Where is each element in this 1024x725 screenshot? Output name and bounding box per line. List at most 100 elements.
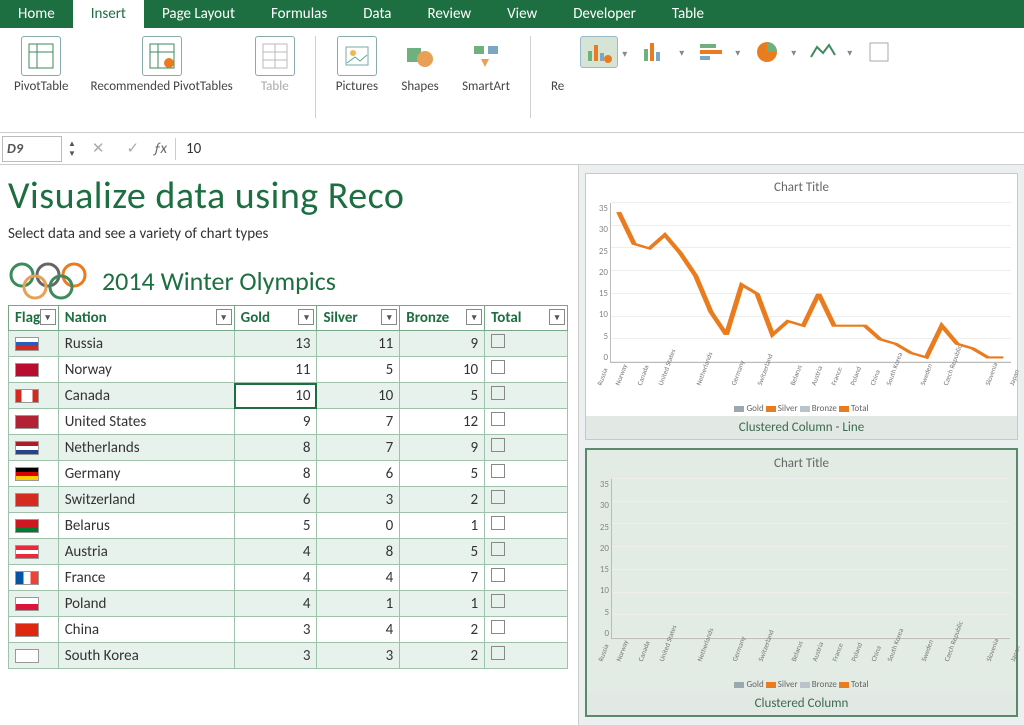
filter-dropdown-icon[interactable]: ▾ [381, 309, 397, 325]
nation-cell[interactable]: South Korea [58, 643, 234, 669]
gold-cell[interactable]: 8 [234, 435, 317, 461]
nation-cell[interactable]: France [58, 565, 234, 591]
filter-dropdown-icon[interactable]: ▾ [466, 309, 482, 325]
recommended-charts-button[interactable]: Re [545, 32, 570, 132]
bronze-cell[interactable]: 5 [400, 383, 485, 409]
total-cell[interactable] [485, 539, 568, 565]
table-row[interactable]: Austria485 [9, 539, 568, 565]
gold-cell[interactable]: 11 [234, 357, 317, 383]
bronze-cell[interactable]: 2 [400, 643, 485, 669]
table-row[interactable]: China342 [9, 617, 568, 643]
pie-chart-icon[interactable]: ▾ [748, 36, 786, 68]
nation-cell[interactable]: Austria [58, 539, 234, 565]
silver-cell[interactable]: 7 [317, 409, 400, 435]
formula-enter-icon[interactable]: ✓ [119, 139, 154, 158]
table-row[interactable]: Switzerland632 [9, 487, 568, 513]
column-chart-icon[interactable]: ▾ [636, 36, 674, 68]
table-button[interactable]: Table [249, 32, 301, 132]
nation-cell[interactable]: Norway [58, 357, 234, 383]
table-row[interactable]: Poland411 [9, 591, 568, 617]
total-cell[interactable] [485, 591, 568, 617]
tab-review[interactable]: Review [410, 0, 490, 28]
tab-view[interactable]: View [489, 0, 555, 28]
gold-cell[interactable]: 5 [234, 513, 317, 539]
column-header-silver[interactable]: Silver▾ [317, 306, 400, 331]
column-header-flag[interactable]: Flag▾ [9, 306, 59, 331]
total-cell[interactable] [485, 643, 568, 669]
formula-cancel-icon[interactable]: ✕ [84, 139, 119, 158]
bronze-cell[interactable]: 7 [400, 565, 485, 591]
total-cell[interactable] [485, 565, 568, 591]
silver-cell[interactable]: 11 [317, 331, 400, 357]
filter-dropdown-icon[interactable]: ▾ [40, 309, 56, 325]
recommended-chart-icon[interactable]: ▾ [580, 36, 618, 68]
gold-cell[interactable]: 13 [234, 331, 317, 357]
filter-dropdown-icon[interactable]: ▾ [298, 309, 314, 325]
line-chart-icon[interactable]: ▾ [804, 36, 842, 68]
column-header-gold[interactable]: Gold▾ [234, 306, 317, 331]
bronze-cell[interactable]: 10 [400, 357, 485, 383]
tab-formulas[interactable]: Formulas [253, 0, 345, 28]
gold-cell[interactable]: 8 [234, 461, 317, 487]
bronze-cell[interactable]: 5 [400, 539, 485, 565]
silver-cell[interactable]: 3 [317, 643, 400, 669]
nation-cell[interactable]: China [58, 617, 234, 643]
bronze-cell[interactable]: 1 [400, 591, 485, 617]
name-box-spinner[interactable]: ▲▼ [68, 139, 76, 159]
more-chart-icon[interactable] [860, 36, 898, 68]
table-row[interactable]: Russia13119 [9, 331, 568, 357]
silver-cell[interactable]: 7 [317, 435, 400, 461]
total-cell[interactable] [485, 461, 568, 487]
nation-cell[interactable]: Germany [58, 461, 234, 487]
total-cell[interactable] [485, 357, 568, 383]
nation-cell[interactable]: Belarus [58, 513, 234, 539]
tab-page-layout[interactable]: Page Layout [144, 0, 253, 28]
total-cell[interactable] [485, 487, 568, 513]
table-row[interactable]: United States9712 [9, 409, 568, 435]
gold-cell[interactable]: 4 [234, 591, 317, 617]
column-header-total[interactable]: Total▾ [485, 306, 568, 331]
table-row[interactable]: Canada10105 [9, 383, 568, 409]
chart-preview-1[interactable]: Chart Title35302520151050RussiaNorwayCan… [585, 448, 1018, 717]
tab-insert[interactable]: Insert [73, 0, 144, 28]
table-row[interactable]: Netherlands879 [9, 435, 568, 461]
chart-preview-0[interactable]: Chart Title35302520151050RussiaNorwayCan… [585, 173, 1018, 440]
bar-chart-icon[interactable]: ▾ [692, 36, 730, 68]
gold-cell[interactable]: 4 [234, 565, 317, 591]
total-cell[interactable] [485, 409, 568, 435]
shapes-button[interactable]: Shapes [394, 32, 446, 132]
silver-cell[interactable]: 5 [317, 357, 400, 383]
total-cell[interactable] [485, 383, 568, 409]
nation-cell[interactable]: Canada [58, 383, 234, 409]
recommended-pivot-button[interactable]: Recommended PivotTables [85, 32, 239, 132]
tab-home[interactable]: Home [0, 0, 73, 28]
pivottable-button[interactable]: PivotTable [8, 32, 75, 132]
tab-table[interactable]: Table [654, 0, 722, 28]
bronze-cell[interactable]: 9 [400, 331, 485, 357]
bronze-cell[interactable]: 2 [400, 487, 485, 513]
fx-icon[interactable]: ƒx [153, 140, 167, 158]
formula-input[interactable] [184, 138, 1024, 160]
gold-cell[interactable]: 6 [234, 487, 317, 513]
nation-cell[interactable]: Poland [58, 591, 234, 617]
tab-developer[interactable]: Developer [555, 0, 654, 28]
filter-dropdown-icon[interactable]: ▾ [549, 309, 565, 325]
nation-cell[interactable]: Netherlands [58, 435, 234, 461]
total-cell[interactable] [485, 331, 568, 357]
name-box[interactable]: D9 [2, 136, 62, 162]
silver-cell[interactable]: 0 [317, 513, 400, 539]
gold-cell[interactable]: 4 [234, 539, 317, 565]
total-cell[interactable] [485, 513, 568, 539]
bronze-cell[interactable]: 5 [400, 461, 485, 487]
total-cell[interactable] [485, 435, 568, 461]
silver-cell[interactable]: 4 [317, 617, 400, 643]
bronze-cell[interactable]: 2 [400, 617, 485, 643]
table-row[interactable]: South Korea332 [9, 643, 568, 669]
column-header-nation[interactable]: Nation▾ [58, 306, 234, 331]
filter-dropdown-icon[interactable]: ▾ [216, 309, 232, 325]
gold-cell[interactable]: 9 [234, 409, 317, 435]
gold-cell[interactable]: 3 [234, 643, 317, 669]
gold-cell[interactable]: 3 [234, 617, 317, 643]
bronze-cell[interactable]: 12 [400, 409, 485, 435]
table-row[interactable]: Norway11510 [9, 357, 568, 383]
